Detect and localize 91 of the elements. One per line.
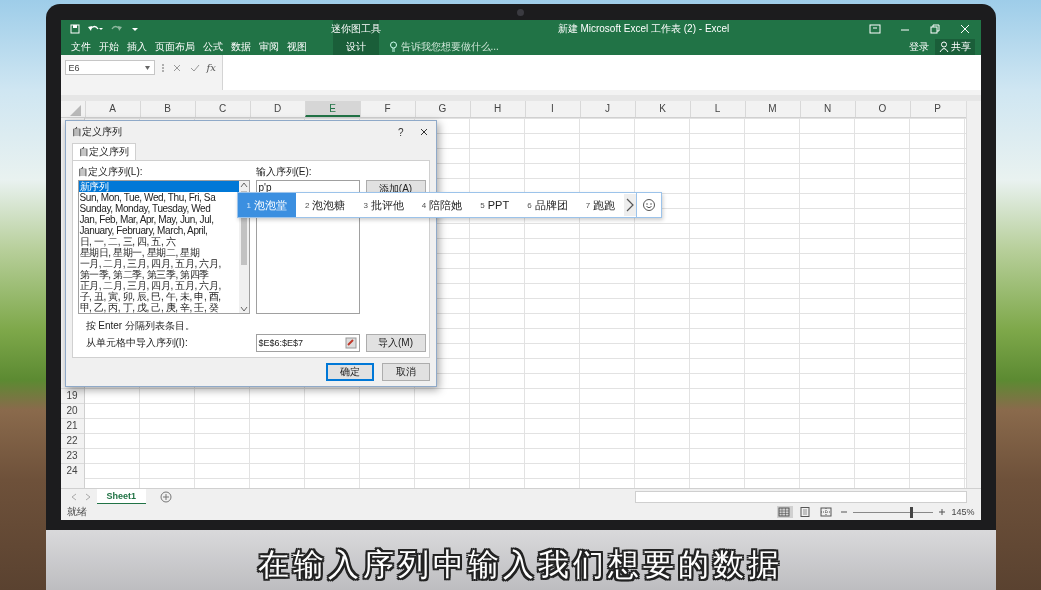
camera-icon [517,8,524,16]
dialog-button[interactable]: 取消 [381,363,430,381]
column-header[interactable]: F [359,101,415,117]
column-header[interactable]: L [689,101,745,117]
column-header[interactable]: I [524,101,580,117]
import-range-field[interactable]: $E$6:$E$7 [255,334,360,352]
hint-text: 按 Enter 分隔列表条目。 [84,320,196,332]
row-header[interactable]: 22 [60,433,84,448]
scroll-up-icon[interactable] [239,181,248,189]
ribbon-tab[interactable]: 插入 [122,38,151,55]
list-item[interactable]: January, February, March, April, [78,225,239,236]
list-item[interactable]: 正月, 二月, 三月, 四月, 五月, 六月, [78,280,239,291]
name-box[interactable]: E6 [64,60,155,75]
ribbon-tab[interactable]: 页面布局 [150,38,199,55]
normal-view-icon[interactable] [777,506,794,518]
column-header[interactable]: J [579,101,635,117]
column-header[interactable]: B [139,101,195,117]
row-header[interactable]: 24 [60,463,84,478]
column-header[interactable]: C [194,101,250,117]
candidate[interactable]: 6 品牌团 [518,193,577,217]
share-button[interactable]: 共享 [934,38,975,55]
status-text: 就绪 [66,505,87,519]
list-item[interactable]: Sunday, Monday, Tuesday, Wed [78,203,239,214]
vertical-scrollbar[interactable] [965,101,981,488]
candidate[interactable]: 5 PPT [471,193,519,217]
dialog-tab[interactable]: 自定义序列 [71,143,136,160]
context-tab-group: 迷你图工具 [332,20,379,38]
ribbon-tab[interactable]: 数据 [226,38,255,55]
formula-input[interactable] [221,55,981,90]
row-header[interactable]: 21 [60,418,84,433]
ribbon-tab[interactable]: 公式 [198,38,227,55]
list-item[interactable]: Jan, Feb, Mar, Apr, May, Jun, Jul, [78,214,239,225]
column-header[interactable]: P [909,101,965,117]
column-header[interactable]: H [469,101,525,117]
list-item[interactable]: 甲, 乙, 丙, 丁, 戊, 己, 庚, 辛, 壬, 癸 [78,302,239,313]
enter-check-icon[interactable] [188,62,201,74]
close-icon[interactable] [958,24,971,34]
add-sheet-icon[interactable] [160,490,172,503]
grip-dots-icon [160,62,165,74]
field-label: 从单元格中导入序列(I): [84,336,189,350]
sign-in-link[interactable]: 登录 [908,39,929,54]
list-item[interactable]: 子, 丑, 寅, 卯, 辰, 巳, 午, 未, 申, 酉, [78,291,239,302]
ribbon-tab[interactable]: 审阅 [254,38,283,55]
column-header[interactable]: N [799,101,855,117]
sheet-tab[interactable]: Sheet1 [96,488,146,505]
next-page-icon[interactable] [624,194,637,216]
person-icon [938,41,949,52]
ribbon-tab[interactable]: 开始 [94,38,123,55]
field-label: 自定义序列(L): [77,166,144,178]
list-item[interactable]: 第一季, 第二季, 第三季, 第四季 [78,269,239,280]
restore-icon[interactable] [928,24,941,34]
row-header[interactable]: 23 [60,448,84,463]
candidate[interactable]: 7 跑跑 [576,193,625,217]
window-title: 新建 Microsoft Excel 工作表 (2) - Excel [556,22,731,36]
row-header[interactable]: 19 [60,388,84,403]
candidate[interactable]: 2 泡泡糖 [295,193,355,217]
zoom-level[interactable]: 145% [951,507,975,517]
help-button[interactable]: ? [397,126,404,138]
list-item[interactable]: 一月, 二月, 三月, 四月, 五月, 六月, [78,258,239,269]
dropdown-caret-icon [143,64,151,71]
column-header[interactable]: O [854,101,910,117]
insert-function-button[interactable]: fx [206,60,216,76]
horizontal-scrollbar[interactable] [634,490,967,503]
scroll-down-icon[interactable] [239,305,248,313]
list-item[interactable]: 新序列 [78,181,239,192]
column-header[interactable]: G [414,101,470,117]
zoom-slider-thumb[interactable] [910,506,914,518]
range-picker-icon[interactable] [344,337,357,349]
list-item[interactable]: Sun, Mon, Tue, Wed, Thu, Fri, Sa [78,192,239,203]
list-item[interactable]: 日, 一, 二, 三, 四, 五, 六 [78,236,239,247]
column-header[interactable]: D [249,101,305,117]
field-label: 输入序列(E): [255,166,313,178]
save-icon[interactable] [68,23,81,35]
dialog-title: 自定义序列 [71,125,122,139]
row-header[interactable]: 20 [60,403,84,418]
column-header[interactable]: A [84,101,140,117]
import-button[interactable]: 导入(M) [365,334,426,352]
zoom-in-icon[interactable] [938,506,947,518]
subtitle-caption: 在输入序列中输入我们想要的数据 [258,546,783,584]
tell-me-search[interactable]: 告诉我您想要做什么... [388,39,499,54]
ribbon-display-icon[interactable] [868,24,881,34]
column-header[interactable]: M [744,101,800,117]
smiley-icon [642,198,657,212]
ribbon-tab[interactable]: 视图 [282,38,311,55]
list-item[interactable]: 星期日, 星期一, 星期二, 星期 [78,247,239,258]
custom-lists-listbox[interactable] [77,180,250,314]
lightbulb-icon [388,41,398,52]
column-header[interactable]: K [634,101,690,117]
column-header[interactable]: E [304,101,360,117]
dialog-button[interactable]: 确定 [325,363,374,381]
ribbon-tab[interactable]: 文件 [66,38,95,55]
